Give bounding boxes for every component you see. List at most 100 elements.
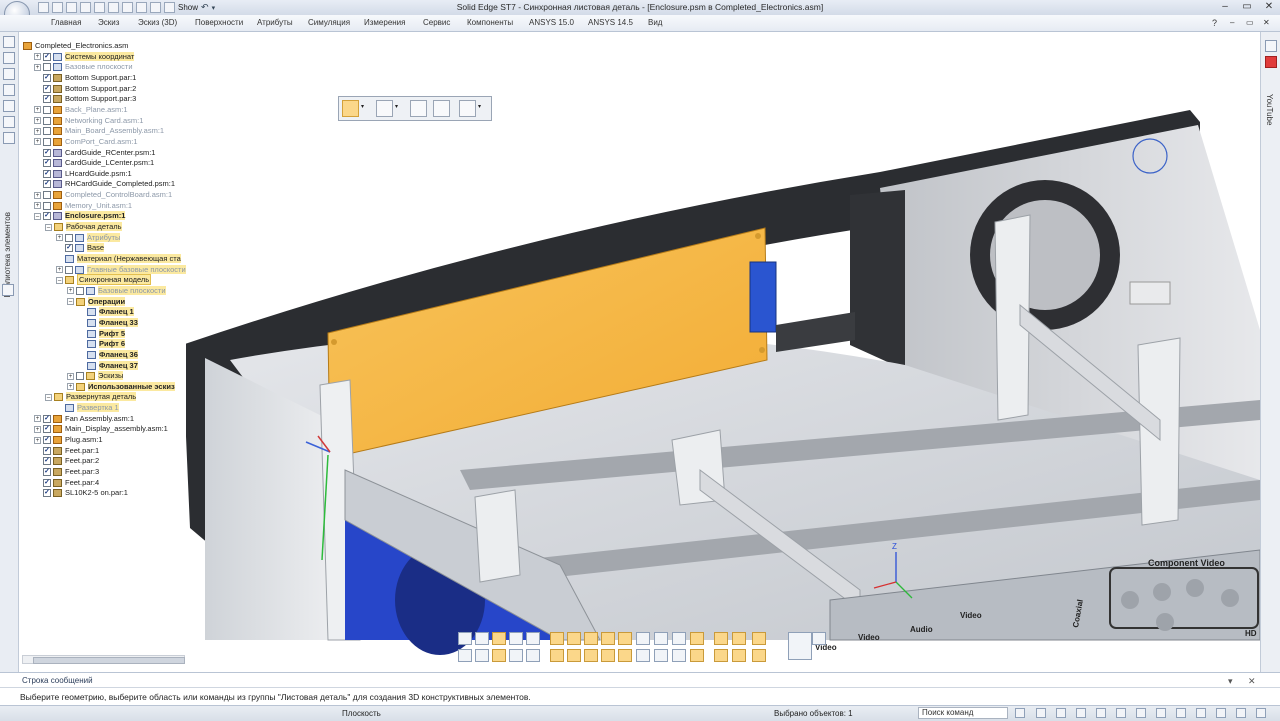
visibility-checkbox[interactable] [43, 63, 51, 72]
maximize-button[interactable]: ▭ [1236, 0, 1258, 14]
visibility-checkbox[interactable] [43, 127, 51, 136]
view-tool-icon[interactable] [601, 649, 615, 662]
expand-toggle-icon[interactable]: + [34, 63, 41, 71]
view-tool-icon[interactable] [584, 649, 598, 662]
view-tool-icon[interactable] [618, 649, 632, 662]
visibility-checkbox[interactable] [43, 148, 51, 157]
expand-toggle-icon[interactable]: + [34, 436, 41, 444]
render-icon[interactable] [1216, 708, 1226, 718]
zoom-icon[interactable] [1056, 708, 1066, 718]
expand-toggle-icon[interactable]: – [34, 212, 41, 220]
visibility-checkbox[interactable] [43, 478, 51, 487]
visibility-checkbox[interactable] [43, 468, 51, 477]
feature-library-icon[interactable] [3, 68, 15, 80]
tree-item[interactable]: Фланец 33 [78, 317, 138, 328]
minimize-button[interactable]: – [1214, 0, 1236, 14]
view-tool-icon[interactable] [567, 649, 581, 662]
family-icon[interactable] [3, 84, 15, 96]
visibility-checkbox[interactable] [43, 201, 51, 210]
tree-item[interactable]: Фланец 1 [78, 306, 134, 317]
enclosure-3d-model[interactable]: Component Video Video Audio Video Coaxia… [186, 32, 1260, 672]
tree-horizontal-scrollbar[interactable] [22, 655, 185, 664]
visibility-checkbox[interactable] [43, 169, 51, 178]
view-tool-icon[interactable] [690, 649, 704, 662]
ribbon-min-icon[interactable]: – [1230, 18, 1234, 27]
tree-item[interactable]: Материал (Нержавеющая ста [56, 253, 181, 264]
visibility-checkbox[interactable] [43, 414, 51, 423]
view-orient-icon[interactable] [1156, 708, 1166, 718]
view-tool-icon[interactable] [567, 632, 581, 645]
expand-toggle-icon[interactable]: + [56, 234, 63, 242]
view-tool-icon[interactable] [654, 632, 668, 645]
visibility-checkbox[interactable] [65, 244, 73, 253]
box-select-icon[interactable] [433, 100, 450, 117]
visibility-checkbox[interactable] [43, 52, 51, 61]
view-tool-icon[interactable] [492, 632, 506, 645]
expand-toggle-icon[interactable]: + [34, 191, 41, 199]
dropdown-icon[interactable]: ▾ [478, 103, 481, 110]
tree-item[interactable]: + Системы координат [34, 51, 135, 62]
visibility-checkbox[interactable] [76, 372, 84, 381]
web-icon[interactable] [1265, 40, 1277, 52]
expand-toggle-icon[interactable]: + [34, 415, 41, 423]
view-tool-icon[interactable] [672, 649, 686, 662]
view-tool-icon[interactable] [732, 632, 746, 645]
view-tool-icon[interactable] [550, 649, 564, 662]
tree-item[interactable]: – Рабочая деталь [45, 221, 122, 232]
tree-item[interactable]: CardGuide_RCenter.psm:1 [34, 147, 155, 158]
tree-item[interactable]: SL10K2-5 on.par:1 [34, 487, 128, 498]
tree-item[interactable]: + Plug.asm:1 [34, 434, 103, 445]
tree-item[interactable]: Feet.par:3 [34, 466, 99, 477]
zoom-area-icon[interactable] [1036, 708, 1046, 718]
tree-item[interactable]: RHCardGuide_Completed.psm:1 [34, 178, 175, 189]
view-tool-icon[interactable] [788, 632, 812, 660]
rotate-icon[interactable] [1116, 708, 1126, 718]
expand-toggle-icon[interactable]: + [34, 106, 41, 114]
steering-wheel-icon[interactable] [376, 100, 393, 117]
visibility-checkbox[interactable] [76, 286, 84, 295]
view-tool-icon[interactable] [714, 632, 728, 645]
view-tool-icon[interactable] [475, 649, 489, 662]
visibility-checkbox[interactable] [43, 191, 51, 200]
visibility-checkbox[interactable] [65, 265, 73, 274]
sensors-icon[interactable] [3, 100, 15, 112]
views-menu-icon[interactable] [1236, 708, 1246, 718]
view-tool-icon[interactable] [526, 632, 540, 645]
search-icon[interactable] [1015, 708, 1025, 718]
puzzle-icon[interactable] [2, 284, 14, 296]
style-icon[interactable] [1196, 708, 1206, 718]
tab-components[interactable]: Компоненты [467, 18, 513, 27]
tab-ansys-14[interactable]: ANSYS 14.5 [588, 18, 633, 27]
close-message-icon[interactable]: ✕ [1248, 676, 1256, 687]
expand-toggle-icon[interactable]: + [34, 202, 41, 210]
visibility-checkbox[interactable] [43, 84, 51, 93]
window-select-icon[interactable] [410, 100, 427, 117]
expand-toggle-icon[interactable]: – [45, 223, 52, 231]
tree-item[interactable]: – Операции [67, 296, 126, 307]
tree-item[interactable]: Base [56, 242, 105, 253]
pin-icon[interactable]: ▾ [1228, 676, 1233, 687]
tree-item[interactable]: + Эскизы [67, 370, 124, 381]
tree-item[interactable]: + Главные базовые плоскости [56, 264, 186, 275]
tree-item[interactable]: Bottom Support.par:3 [34, 93, 136, 104]
tree-item[interactable]: Рифт 6 [78, 338, 126, 349]
youtube-icon[interactable] [1265, 56, 1277, 68]
view-tool-icon[interactable] [752, 632, 766, 645]
spin-icon[interactable] [1136, 708, 1146, 718]
visibility-checkbox[interactable] [43, 159, 51, 168]
model-viewport[interactable]: Component Video Video Audio Video Coaxia… [186, 32, 1260, 672]
tree-item[interactable]: Completed_Electronics.asm [23, 40, 128, 51]
view-tool-icon[interactable] [492, 649, 506, 662]
tab-home[interactable]: Главная [51, 18, 81, 27]
tree-item[interactable]: + Memory_Unit.asm:1 [34, 200, 132, 211]
tab-attributes[interactable]: Атрибуты [257, 18, 293, 27]
expand-toggle-icon[interactable]: – [67, 298, 74, 306]
visibility-checkbox[interactable] [43, 73, 51, 82]
tree-item[interactable]: Фланец 37 [78, 360, 138, 371]
expand-toggle-icon[interactable]: + [34, 53, 41, 61]
visibility-checkbox[interactable] [43, 446, 51, 455]
tree-item[interactable]: + Main_Board_Assembly.asm:1 [34, 125, 164, 136]
scroll-thumb[interactable] [33, 657, 185, 664]
tab-view[interactable]: Вид [648, 18, 662, 27]
visibility-checkbox[interactable] [43, 105, 51, 114]
